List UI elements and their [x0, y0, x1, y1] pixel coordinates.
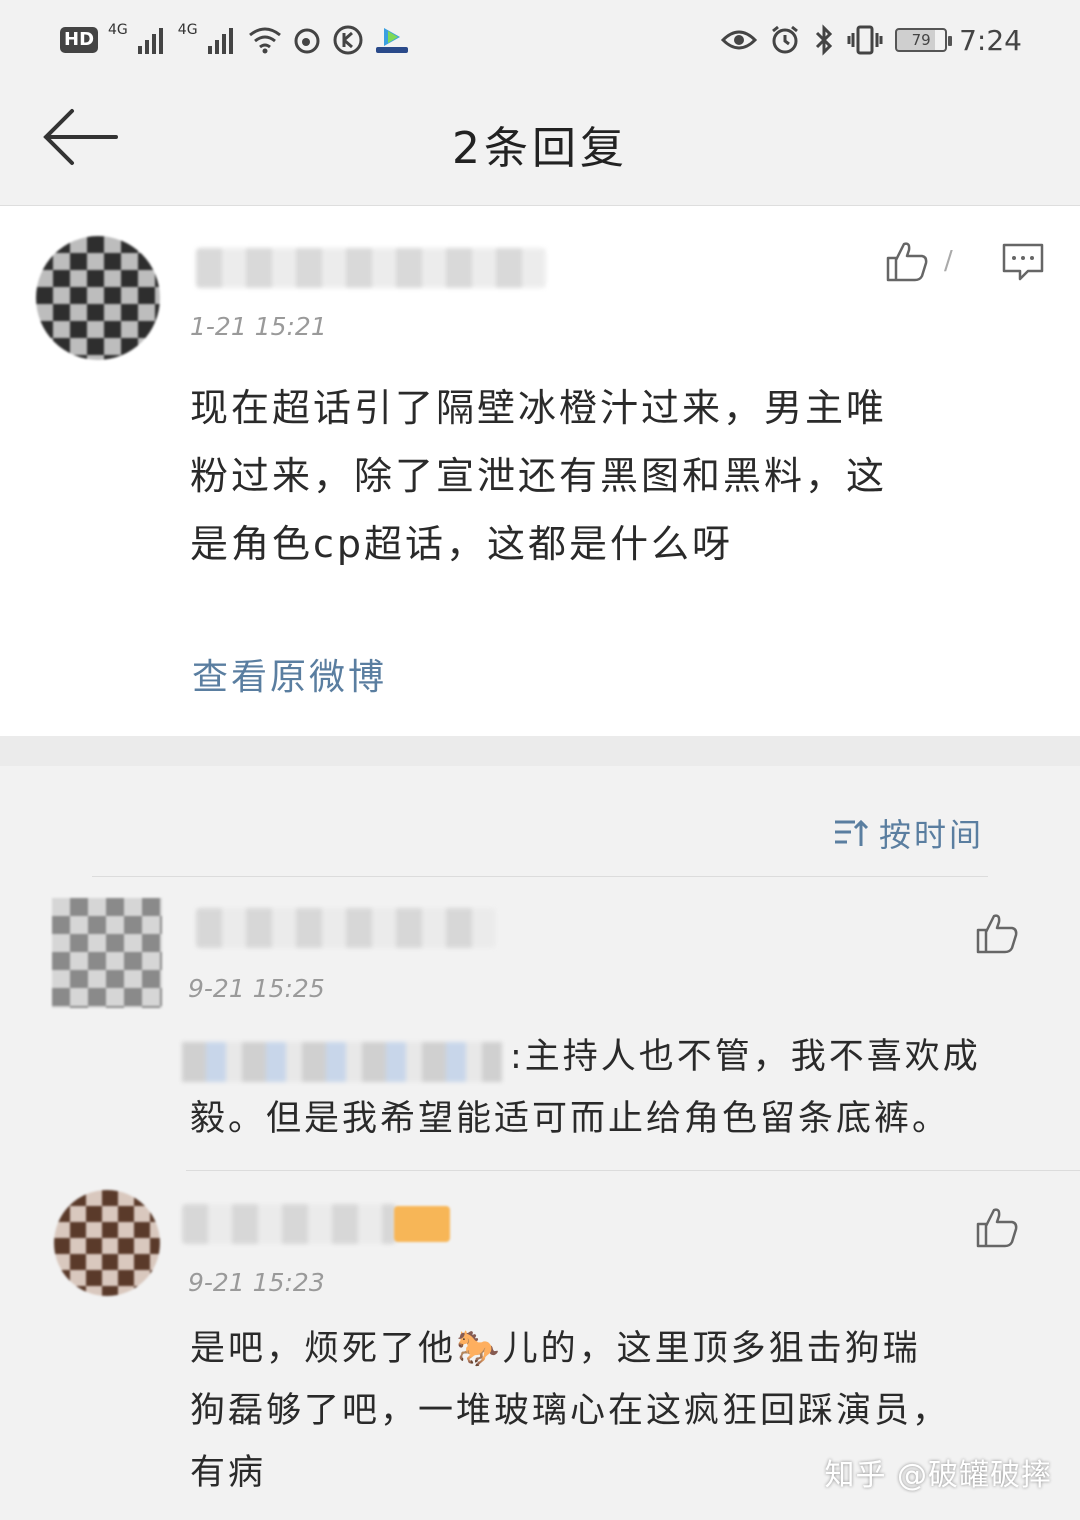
- sort-label: 按时间: [878, 816, 984, 854]
- sort-icon: [834, 819, 869, 846]
- sim1-network-label: 4G: [108, 22, 128, 38]
- kuaishou-icon: [332, 24, 364, 56]
- divider: [186, 1170, 1080, 1171]
- username-redacted[interactable]: [196, 908, 496, 948]
- reply-timestamp: 9-21 15:23: [188, 1268, 325, 1297]
- post-body: 现在超话引了隔壁冰橙汁过来，男主唯 粉过来，除了宣泄还有黑图和黑料，这 是角色c…: [190, 374, 1030, 578]
- post-line: 现在超话引了隔壁冰橙汁过来，男主唯: [190, 386, 888, 430]
- vibrate-icon: [847, 24, 883, 56]
- avatar[interactable]: [36, 236, 160, 360]
- signal-icon: [207, 26, 238, 54]
- status-bar: HD 4G 4G 79 7:24: [0, 0, 1080, 78]
- replies-section: 按时间 9-21 15:25 :主持人也不管，我不喜欢成 毅。但是我希望能适可而…: [0, 766, 1080, 1520]
- like-count: /: [944, 246, 953, 276]
- eye-icon: [721, 28, 758, 52]
- sim2-network-label: 4G: [177, 22, 198, 38]
- comment-button[interactable]: [998, 240, 1048, 286]
- clock: 7:24: [959, 23, 1022, 57]
- like-button[interactable]: [972, 1202, 1022, 1252]
- bluetooth-icon: [813, 24, 835, 56]
- post-timestamp: 1-21 15:21: [190, 312, 327, 341]
- status-left: HD 4G 4G: [60, 20, 410, 60]
- top-app-bar: 2条回复: [0, 78, 1080, 206]
- avatar[interactable]: [54, 1190, 160, 1296]
- comment-icon: [1002, 243, 1044, 281]
- main-post: 1-21 15:21 / 现在超话引了隔壁冰橙汁过来，男主唯 粉过来，除了宣泄还…: [0, 206, 1080, 736]
- wifi-icon: [248, 26, 282, 54]
- post-line: 是角色cp超话，这都是什么呀: [190, 522, 734, 566]
- vip-badge: [394, 1206, 450, 1242]
- username-redacted[interactable]: [196, 248, 546, 288]
- reply-line: 是吧，烦死了他🐎儿的，这里顶多狙击狗瑞: [190, 1329, 921, 1369]
- divider: [92, 876, 988, 877]
- avatar[interactable]: [52, 898, 162, 1008]
- thumbs-up-icon: [886, 242, 928, 282]
- post-line: 粉过来，除了宣泄还有黑图和黑料，这: [190, 454, 888, 498]
- thumbs-up-icon: [976, 1208, 1018, 1248]
- section-divider: [0, 736, 1080, 766]
- watermark: 知乎 @破罐破摔: [824, 1458, 1052, 1493]
- reply-timestamp: 9-21 15:25: [188, 974, 325, 1003]
- reply-line: 毅。但是我希望能适可而止给角色留条底裤。: [190, 1099, 951, 1139]
- battery-indicator: 79: [895, 28, 953, 52]
- weibo-icon: [292, 25, 322, 55]
- like-button[interactable]: [882, 236, 932, 286]
- signal-icon: [137, 26, 168, 54]
- reply-line: :主持人也不管，我不喜欢成: [510, 1037, 981, 1077]
- alarm-icon: [769, 24, 801, 56]
- app-icon: [374, 25, 410, 55]
- reply-line: 狗磊够了吧，一堆玻璃心在这疯狂回踩演员，: [190, 1391, 951, 1431]
- page-title: 2条回复: [452, 123, 628, 174]
- like-button[interactable]: [972, 908, 1022, 958]
- view-original-link[interactable]: 查看原微博: [192, 648, 387, 700]
- thumbs-up-icon: [976, 914, 1018, 954]
- status-right: 79 7:24: [721, 20, 1022, 60]
- hd-badge: HD: [60, 27, 99, 53]
- username-redacted[interactable]: [182, 1204, 396, 1244]
- sort-button[interactable]: 按时间: [833, 810, 984, 856]
- reply-body: :主持人也不管，我不喜欢成 毅。但是我希望能适可而止给角色留条底裤。: [190, 1026, 1050, 1150]
